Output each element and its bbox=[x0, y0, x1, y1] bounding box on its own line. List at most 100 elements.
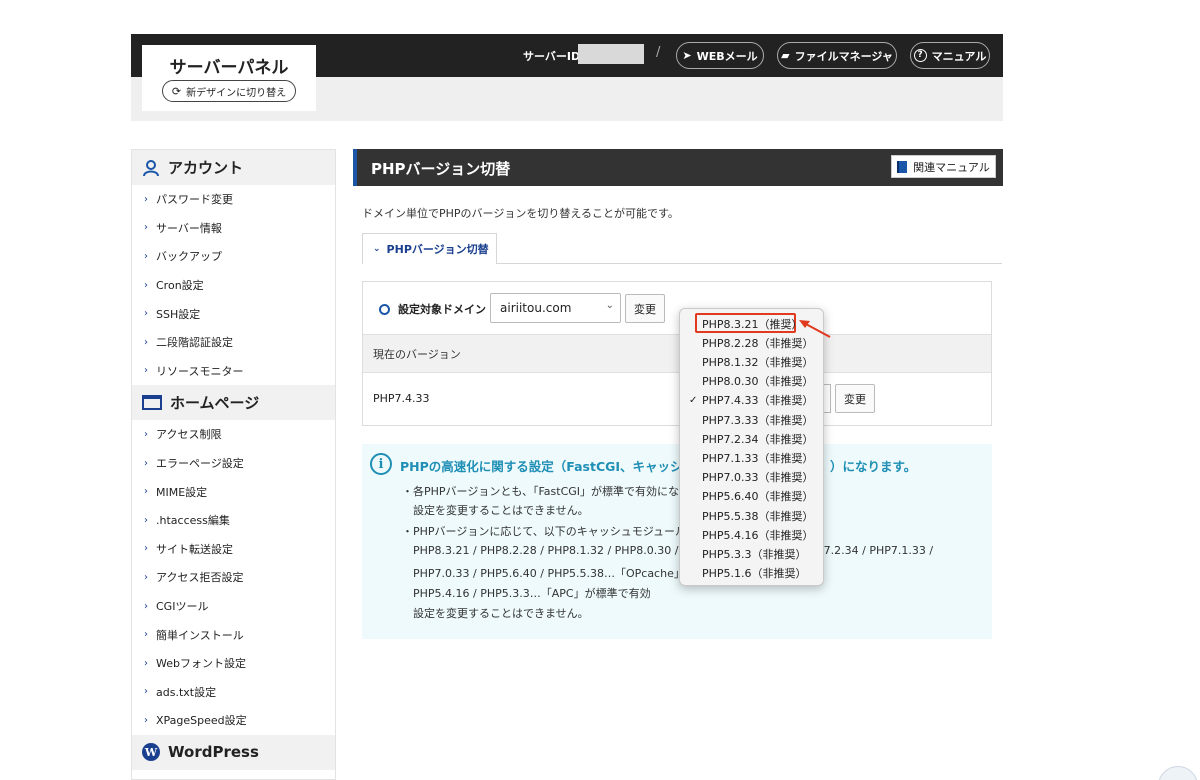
tab-label: PHPバージョン切替 bbox=[386, 243, 489, 256]
sidebar-item-access-deny[interactable]: › アクセス拒否設定 bbox=[132, 563, 335, 592]
option-label: PHP5.5.38（非推奨） bbox=[702, 509, 814, 523]
dropdown-option[interactable]: PHP8.0.30（非推奨） bbox=[680, 372, 825, 391]
version-change-button[interactable]: 変更 bbox=[835, 384, 875, 413]
dropdown-option[interactable]: PHP5.1.6（非推奨） bbox=[680, 564, 825, 583]
info-title-tail: ）になります。 bbox=[830, 459, 917, 474]
chevron-right-icon: › bbox=[144, 250, 148, 262]
dropdown-option[interactable]: PHP7.0.33（非推奨） bbox=[680, 468, 825, 487]
book-icon bbox=[897, 160, 908, 173]
window-icon bbox=[142, 395, 162, 411]
sidebar-item-resource-monitor[interactable]: › リソースモニター bbox=[132, 357, 335, 386]
question-icon: ? bbox=[913, 49, 927, 62]
redesign-label: 新デザインに切り替え bbox=[186, 87, 287, 99]
sidebar-item-label: バックアップ bbox=[156, 250, 222, 264]
server-id-redacted bbox=[578, 44, 644, 64]
file-manager-button[interactable]: ▰ ファイルマネージャ bbox=[777, 42, 897, 69]
domain-change-button[interactable]: 変更 bbox=[625, 294, 665, 323]
dropdown-option[interactable]: PHP5.4.16（非推奨） bbox=[680, 525, 825, 544]
dropdown-option[interactable]: PHP5.6.40（非推奨） bbox=[680, 487, 825, 506]
file-manager-label: ファイルマネージャ bbox=[794, 49, 893, 63]
dropdown-option[interactable]: PHP7.3.33（非推奨） bbox=[680, 410, 825, 429]
dropdown-option[interactable]: PHP5.3.3（非推奨） bbox=[680, 544, 825, 563]
option-label: PHP7.1.33（非推奨） bbox=[702, 451, 814, 465]
target-domain-row: 設定対象ドメイン bbox=[379, 301, 486, 317]
info-line: PHP5.4.16 / PHP5.3.3…「APC」が標準で有効 bbox=[413, 587, 651, 600]
header-separator: / bbox=[656, 45, 661, 60]
wordpress-icon: W bbox=[142, 743, 160, 762]
sidebar-item-htaccess[interactable]: › .htaccess編集 bbox=[132, 506, 335, 535]
tab-php-version[interactable]: ⌄ PHPバージョン切替 bbox=[362, 233, 497, 264]
sidebar-item-error-page[interactable]: › エラーページ設定 bbox=[132, 449, 335, 478]
folder-icon: ▰ bbox=[781, 49, 790, 62]
option-label: PHP8.0.30（非推奨） bbox=[702, 375, 814, 389]
panel-title: サーバーパネル bbox=[169, 58, 289, 78]
info-line: ・各PHPバージョンとも、「FastCGI」が標準で有効にな bbox=[402, 485, 680, 498]
option-label: PHP8.3.21（推奨） bbox=[702, 317, 803, 331]
sidebar-item-web-font[interactable]: › Webフォント設定 bbox=[132, 649, 335, 678]
sidebar-item-label: XPageSpeed設定 bbox=[156, 714, 247, 728]
dropdown-option[interactable]: PHP7.2.34（非推奨） bbox=[680, 429, 825, 448]
related-manual-label: 関連マニュアル bbox=[913, 160, 990, 174]
sidebar-section-homepage: ホームページ bbox=[132, 385, 335, 421]
dropdown-option[interactable]: PHP5.5.38（非推奨） bbox=[680, 506, 825, 525]
sidebar-item-easy-install[interactable]: › 簡単インストール bbox=[132, 620, 335, 649]
sidebar-item-label: 二段階認証設定 bbox=[156, 336, 233, 350]
option-label: PHP7.4.33（非推奨） bbox=[702, 394, 814, 408]
sidebar-item-cron[interactable]: › Cron設定 bbox=[132, 271, 335, 300]
send-icon: ➤ bbox=[682, 49, 692, 62]
dropdown-option-selected[interactable]: ✓ PHP7.4.33（非推奨） bbox=[680, 391, 825, 410]
option-label: PHP7.2.34（非推奨） bbox=[702, 432, 814, 446]
sidebar-item-server-info[interactable]: › サーバー情報 bbox=[132, 214, 335, 243]
chevron-right-icon: › bbox=[144, 336, 148, 348]
sidebar-item-ssh[interactable]: › SSH設定 bbox=[132, 299, 335, 328]
sidebar: アカウント › パスワード変更 › サーバー情報 › バックアップ › Cron設定 ›… bbox=[131, 149, 336, 780]
check-icon: ✓ bbox=[689, 394, 698, 406]
current-version-header: 現在のバージョン bbox=[363, 334, 991, 373]
sidebar-item-password[interactable]: › パスワード変更 bbox=[132, 185, 335, 214]
manual-button[interactable]: ? マニュアル bbox=[910, 42, 990, 69]
chevron-right-icon: › bbox=[144, 193, 148, 205]
sidebar-item-label: パスワード変更 bbox=[156, 193, 233, 207]
chevron-right-icon: › bbox=[144, 629, 148, 641]
sidebar-item-ads-txt[interactable]: › ads.txt設定 bbox=[132, 678, 335, 707]
sidebar-item-label: ads.txt設定 bbox=[156, 685, 217, 699]
dropdown-option[interactable]: PHP8.1.32（非推奨） bbox=[680, 352, 825, 371]
webmail-label: WEBメール bbox=[696, 49, 758, 63]
sidebar-item-label: CGIツール bbox=[156, 600, 209, 614]
sidebar-item-label: アクセス制限 bbox=[156, 428, 222, 442]
sidebar-section-title: アカウント bbox=[168, 159, 244, 177]
redesign-toggle-button[interactable]: ⟳ 新デザインに切り替え bbox=[162, 80, 296, 102]
chevron-right-icon: › bbox=[144, 543, 148, 555]
sidebar-item-2fa[interactable]: › 二段階認証設定 bbox=[132, 328, 335, 357]
page-title: PHPバージョン切替 bbox=[371, 160, 511, 178]
domain-select-value: airiitou.com bbox=[500, 301, 572, 315]
option-label: PHP8.1.32（非推奨） bbox=[702, 355, 814, 369]
sidebar-item-access-limit[interactable]: › アクセス制限 bbox=[132, 420, 335, 449]
related-manual-button[interactable]: 関連マニュアル bbox=[891, 155, 996, 178]
webmail-button[interactable]: ➤ WEBメール bbox=[676, 42, 764, 69]
option-label: PHP7.3.33（非推奨） bbox=[702, 413, 814, 427]
info-line: ・PHPバージョンに応じて、以下のキャッシュモジュール bbox=[402, 525, 686, 538]
dropdown-option[interactable]: PHP7.1.33（非推奨） bbox=[680, 448, 825, 467]
chevron-right-icon: › bbox=[144, 514, 148, 526]
sidebar-item-mime[interactable]: › MIME設定 bbox=[132, 477, 335, 506]
chevron-right-icon: › bbox=[144, 365, 148, 377]
help-widget[interactable] bbox=[1158, 766, 1198, 780]
domain-select[interactable]: airiitou.com ⌄ bbox=[490, 293, 621, 323]
php-version-dropdown: PHP8.3.21（推奨） PHP8.2.28（非推奨） PHP8.1.32（非… bbox=[679, 308, 824, 586]
chevron-right-icon: › bbox=[144, 571, 148, 583]
target-domain-label: 設定対象ドメイン bbox=[398, 303, 486, 316]
page-title-bar: PHPバージョン切替 関連マニュアル bbox=[353, 149, 1003, 186]
chevron-right-icon: › bbox=[144, 308, 148, 320]
option-label: PHP5.1.6（非推奨） bbox=[702, 567, 807, 581]
sidebar-item-cgi-tools[interactable]: › CGIツール bbox=[132, 592, 335, 621]
sidebar-item-site-redirect[interactable]: › サイト転送設定 bbox=[132, 535, 335, 564]
sidebar-item-label: リソースモニター bbox=[156, 364, 244, 378]
info-line: PHP7.0.33 / PHP5.6.40 / PHP5.5.38…「OPcac… bbox=[413, 567, 685, 580]
info-title: PHPの高速化に関する設定（FastCGI、キャッシュ bbox=[400, 459, 696, 474]
sidebar-item-xpagespeed[interactable]: › XPageSpeed設定 bbox=[132, 706, 335, 735]
option-label: PHP5.3.3（非推奨） bbox=[702, 547, 807, 561]
refresh-icon: ⟳ bbox=[171, 84, 182, 98]
sidebar-item-label: 簡単インストール bbox=[156, 628, 244, 642]
sidebar-item-backup[interactable]: › バックアップ bbox=[132, 242, 335, 271]
